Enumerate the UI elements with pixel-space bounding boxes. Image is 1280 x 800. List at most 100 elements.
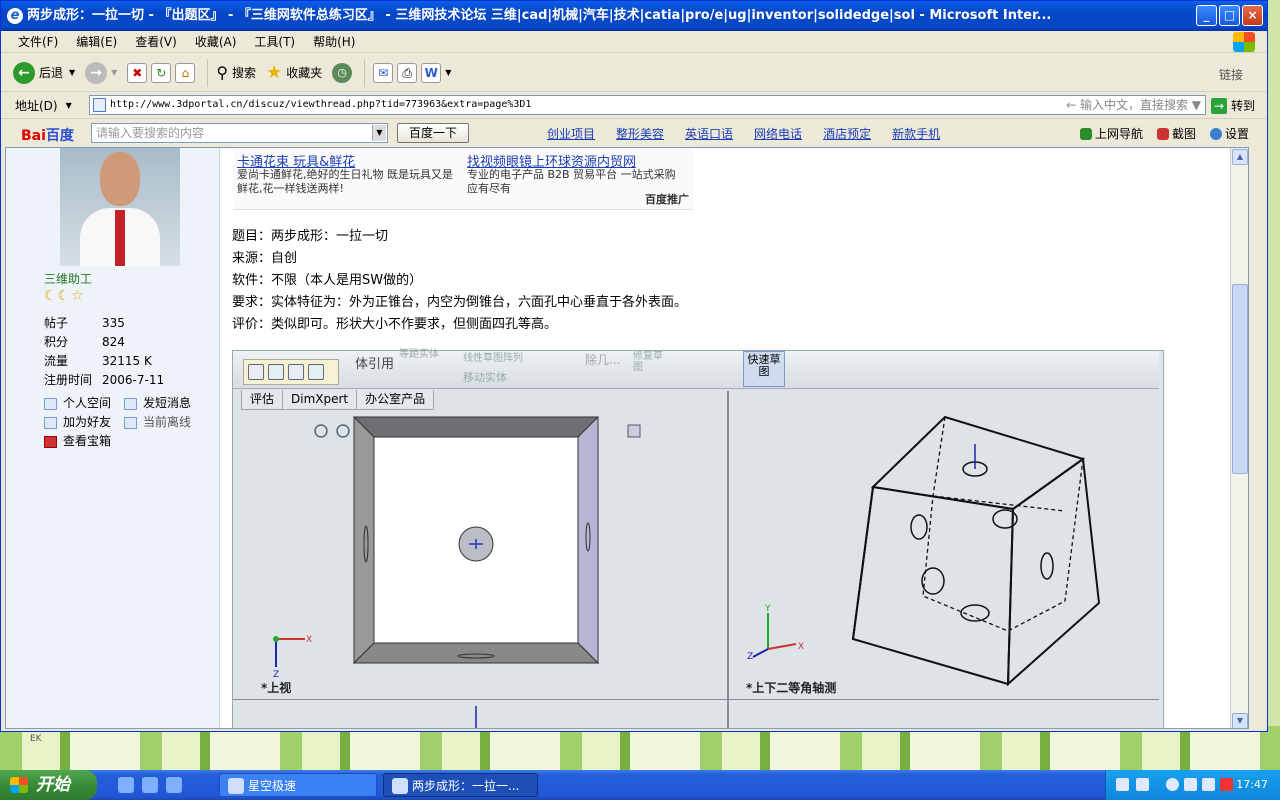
help-icon[interactable]: [1136, 778, 1149, 791]
baidu-links: 创业项目 整形美容 英语口语 网络电话 酒店预定 新款手机: [547, 125, 940, 142]
forward-arrow-icon: →: [85, 61, 108, 84]
treasure-box-link[interactable]: 查看宝箱: [44, 432, 164, 451]
chevron-down-icon[interactable]: ▼: [69, 68, 75, 77]
taskbar: 开始 星空极速 两步成形：一拉一... 17:47: [0, 770, 1280, 800]
search-button[interactable]: ⚲ 搜索: [216, 63, 256, 82]
cad-screenshot-image[interactable]: 体引用 等距实体 线性草图阵列 移动实体 除几... 修复草图 快速草图 评估 …: [232, 349, 1164, 728]
star-icon: ★: [266, 62, 283, 83]
personal-space-link[interactable]: 个人空间: [44, 394, 124, 413]
baidu-link[interactable]: 酒店预定: [823, 125, 871, 142]
post-line: 软件：不限（本人是用SW做的）: [232, 273, 423, 288]
chevron-down-icon[interactable]: ▼: [66, 101, 72, 110]
desktop-label: EK: [30, 734, 42, 744]
favorites-button[interactable]: ★ 收藏夹: [266, 62, 322, 83]
view-label-iso: *上下二等角轴测: [746, 680, 836, 695]
word-edit-icon[interactable]: W: [421, 62, 442, 83]
menu-edit[interactable]: 编辑(E): [67, 33, 126, 50]
title-bar[interactable]: e 两步成形：一拉一切 - 『出题区』 - 『三维网软件总练习区』 - 三维网技…: [1, 1, 1267, 31]
history-icon[interactable]: ◷: [332, 62, 353, 83]
vertical-scrollbar[interactable]: ▲ ▼: [1230, 148, 1248, 728]
address-url: http://www.3dportal.cn/discuz/viewthread…: [110, 99, 532, 110]
view-label-top: *上视: [261, 680, 291, 695]
send-message-link[interactable]: 发短消息: [124, 394, 204, 413]
baidu-link[interactable]: 英语口语: [685, 125, 733, 142]
chevron-down-icon[interactable]: ▼: [445, 68, 451, 77]
refresh-icon[interactable]: ↻: [151, 62, 172, 83]
user-name[interactable]: 三维助工: [44, 270, 92, 287]
mail-icon[interactable]: ✉: [373, 62, 394, 83]
screenshot-button[interactable]: 截图: [1157, 125, 1196, 142]
baidu-link[interactable]: 网络电话: [754, 125, 802, 142]
baidu-link[interactable]: 新款手机: [892, 125, 940, 142]
search-icon: ⚲: [216, 63, 229, 82]
quick-launch: [118, 777, 182, 793]
minimize-button[interactable]: _: [1196, 5, 1217, 26]
go-label: 转到: [1231, 99, 1256, 113]
maximize-button[interactable]: □: [1219, 5, 1240, 26]
chevron-down-icon[interactable]: ▼: [111, 68, 117, 77]
address-label: 地址(D): [15, 98, 58, 113]
ie-icon[interactable]: [118, 777, 134, 793]
post-line: 评价：类似即可。形状大小不作要求，但侧面四孔等高。: [232, 317, 558, 332]
iso-view-model: [851, 415, 1101, 687]
baidu-link[interactable]: 整形美容: [616, 125, 664, 142]
go-button[interactable]: → 转到: [1211, 97, 1255, 114]
keyboard-icon[interactable]: [1116, 778, 1129, 791]
cad-viewports: X Z *上视 Y X Z *上下二等角轴测: [261, 415, 1101, 728]
desktop-icon[interactable]: [142, 777, 158, 793]
baidu-link[interactable]: 创业项目: [547, 125, 595, 142]
axis-x-label: X: [798, 642, 804, 652]
offline-status: 当前离线: [124, 413, 204, 432]
scroll-thumb[interactable]: [1232, 284, 1248, 474]
baidu-search-input[interactable]: 请输入要搜索的内容 ▼: [91, 123, 388, 143]
network-icon[interactable]: [1184, 778, 1197, 791]
menu-bar: 文件(F) 编辑(E) 查看(V) 收藏(A) 工具(T) 帮助(H): [1, 31, 1267, 53]
task-button-xingkong[interactable]: 星空极速: [219, 773, 377, 797]
home-icon: [44, 397, 57, 410]
media-icon[interactable]: [166, 777, 182, 793]
toolbar-separator: [207, 58, 209, 87]
scroll-down-icon[interactable]: ▼: [1232, 713, 1248, 728]
home-icon[interactable]: ⌂: [175, 62, 196, 83]
add-friend-link[interactable]: 加为好友: [44, 413, 124, 432]
windows-logo-icon: [1233, 32, 1255, 52]
viewport-bottom-divider: [233, 699, 1159, 700]
close-button[interactable]: ×: [1242, 5, 1263, 26]
address-input[interactable]: http://www.3dportal.cn/discuz/viewthread…: [89, 95, 1206, 115]
antivirus-icon[interactable]: [1220, 778, 1233, 791]
post-body: 题目：两步成形：一拉一切 来源：自创 软件：不限（本人是用SW做的） 要求：实体…: [232, 226, 687, 336]
status-icon: [124, 416, 137, 429]
task-button-browser[interactable]: 两步成形：一拉一...: [383, 773, 538, 797]
menu-help[interactable]: 帮助(H): [304, 33, 364, 50]
menu-favorites[interactable]: 收藏(A): [186, 33, 246, 50]
user-actions: 个人空间 发短消息 加为好友 当前离线 查看宝箱: [44, 394, 204, 451]
volume-icon[interactable]: [1202, 778, 1215, 791]
back-label: 后退: [39, 66, 64, 80]
baidu-logo[interactable]: Bai百度: [21, 125, 74, 145]
scroll-up-icon[interactable]: ▲: [1232, 149, 1248, 165]
back-button[interactable]: ← 后退 ▼: [13, 61, 75, 84]
stop-icon[interactable]: ✖: [127, 62, 148, 83]
web-nav-button[interactable]: 上网导航: [1080, 125, 1143, 142]
links-label[interactable]: 链接: [1219, 66, 1243, 83]
axis-triad-left: X Z: [273, 635, 312, 680]
user-stats: 帖子 335 积分 824 流量 32115 K 注册时间 2006-7-11: [44, 314, 164, 390]
menu-tools[interactable]: 工具(T): [245, 33, 304, 50]
axis-triad-right: Y X Z: [747, 604, 804, 662]
clock[interactable]: 17:47: [1236, 778, 1268, 791]
start-button[interactable]: 开始: [0, 770, 97, 800]
menu-view[interactable]: 查看(V): [126, 33, 186, 50]
settings-button[interactable]: 设置: [1210, 125, 1249, 142]
ad-desc-1: 爱尚卡通鲜花,绝好的生日礼物 既是玩具又是鲜花,花一样钱送两样!: [237, 168, 453, 195]
viewport-divider: [727, 391, 729, 728]
stat-row: 注册时间 2006-7-11: [44, 373, 165, 387]
menu-file[interactable]: 文件(F): [9, 33, 67, 50]
chevron-down-icon[interactable]: ▼: [372, 125, 386, 141]
print-icon[interactable]: ⎙: [397, 62, 418, 83]
axis-z-label: Z: [273, 670, 279, 680]
forward-button[interactable]: → ▼: [85, 61, 117, 84]
collapse-icon[interactable]: [1166, 778, 1179, 791]
baidu-promo-tag[interactable]: 百度推广: [645, 191, 689, 207]
baidu-search-button[interactable]: 百度一下: [397, 123, 469, 143]
avatar[interactable]: [60, 148, 180, 266]
